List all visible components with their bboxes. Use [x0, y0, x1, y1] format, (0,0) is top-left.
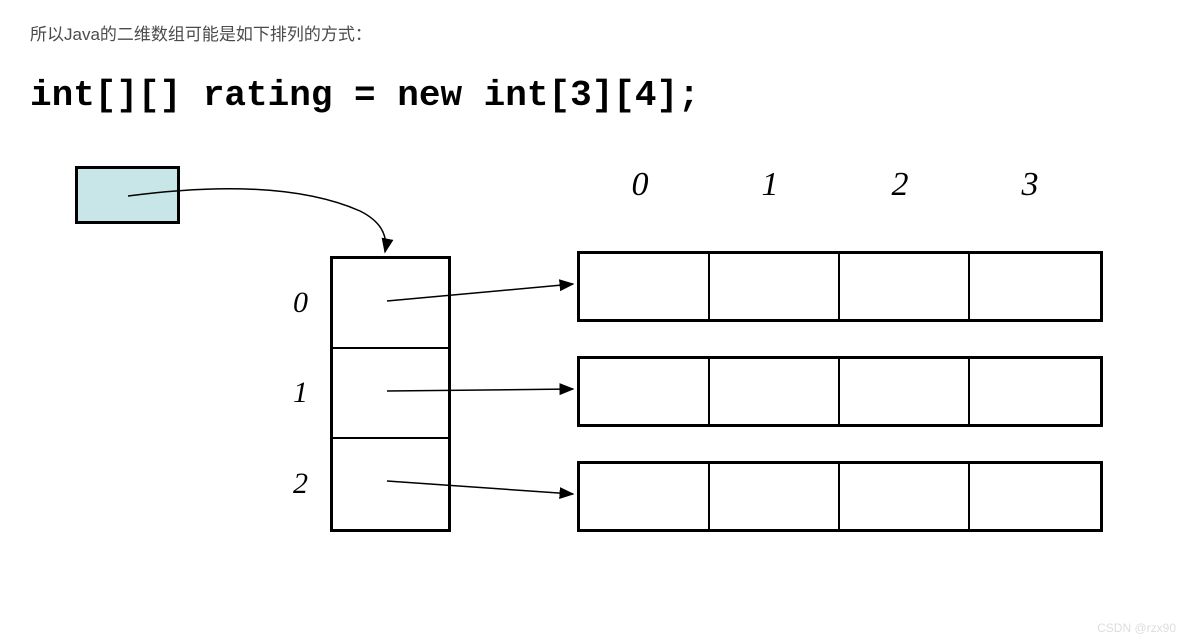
inner-cell [710, 359, 840, 424]
outer-cell-1: 1 [333, 349, 448, 439]
inner-array-2 [577, 461, 1103, 532]
outer-cell-2: 2 [333, 439, 448, 529]
watermark: CSDN @rzx90 [1097, 621, 1176, 635]
inner-cell [580, 464, 710, 529]
inner-cell [710, 254, 840, 319]
outer-index-0: 0 [293, 286, 308, 320]
outer-index-1: 1 [293, 376, 308, 410]
inner-cell [970, 254, 1100, 319]
col-label-0: 0 [575, 166, 705, 204]
code-declaration: int[][] rating = new int[3][4]; [30, 75, 1161, 116]
col-label-3: 3 [965, 166, 1095, 204]
inner-cell [710, 464, 840, 529]
inner-cell [970, 464, 1100, 529]
array-diagram: 0 1 2 0 1 2 3 [30, 156, 1130, 586]
reference-box [75, 166, 180, 224]
outer-cell-0: 0 [333, 259, 448, 349]
column-labels: 0 1 2 3 [575, 166, 1095, 204]
col-label-1: 1 [705, 166, 835, 204]
col-label-2: 2 [835, 166, 965, 204]
outer-array: 0 1 2 [330, 256, 451, 532]
inner-cell [840, 359, 970, 424]
intro-text: 所以Java的二维数组可能是如下排列的方式： [30, 20, 1161, 45]
inner-cell [840, 254, 970, 319]
inner-array-1 [577, 356, 1103, 427]
inner-cell [580, 359, 710, 424]
inner-array-0 [577, 251, 1103, 322]
inner-cell [840, 464, 970, 529]
inner-cell [580, 254, 710, 319]
inner-cell [970, 359, 1100, 424]
outer-index-2: 2 [293, 467, 308, 501]
